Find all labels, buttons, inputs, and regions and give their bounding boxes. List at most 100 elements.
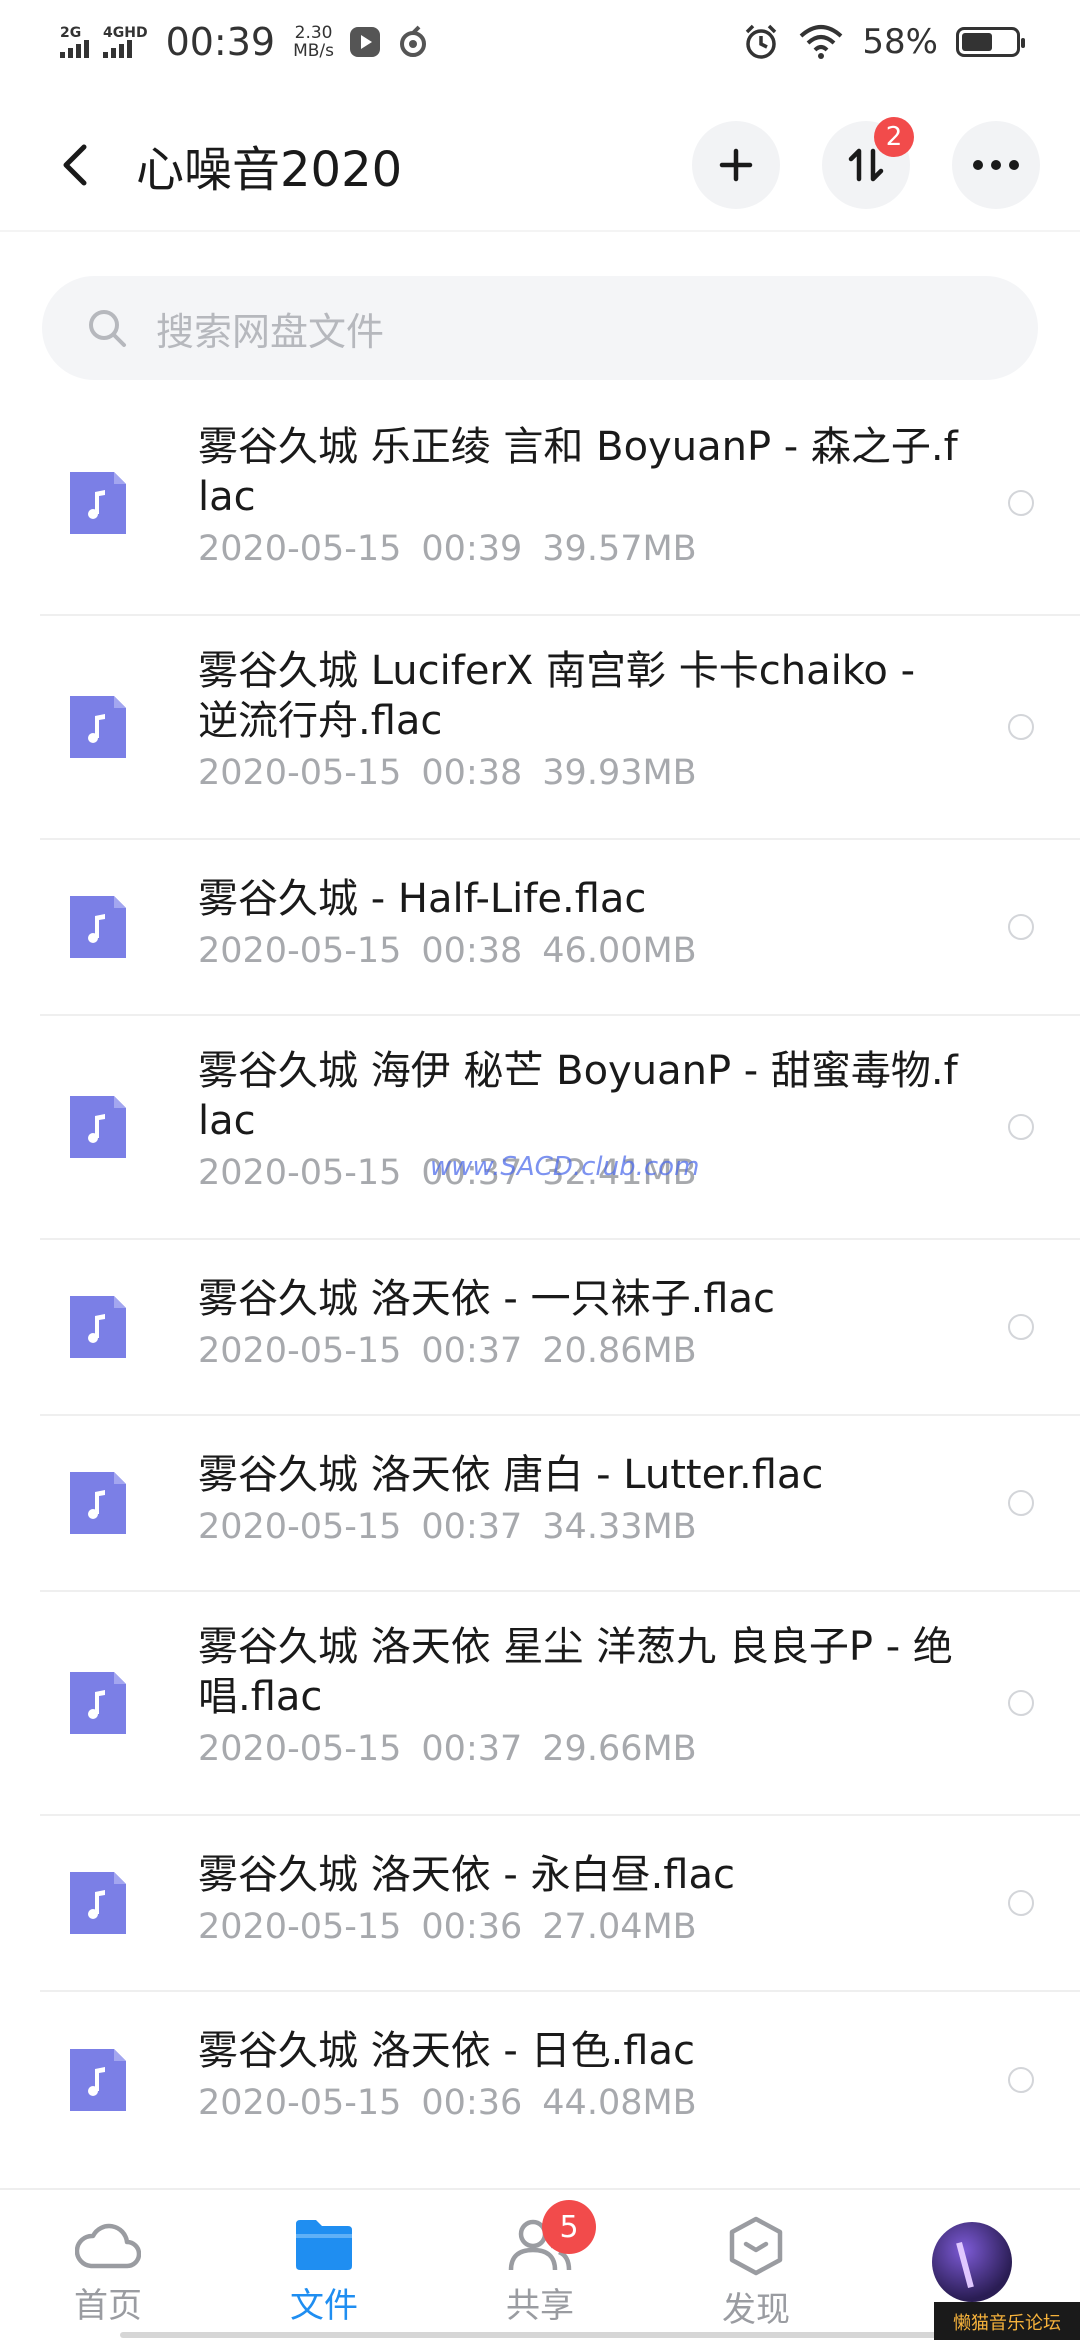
file-date: 2020-05-15 [198,1729,402,1769]
folder-icon [296,2220,352,2270]
media-play-icon [350,27,381,57]
transfer-button[interactable]: 2 [822,117,914,209]
music-file-icon [70,1472,126,1534]
cloud-icon [75,2223,141,2269]
file-size: 39.93MB [542,753,697,793]
file-item[interactable]: 雾谷久城 - Half-Life.flac 2020-05-15 00:38 46.… [40,840,1080,1016]
select-radio[interactable] [1008,714,1034,740]
nav-discover[interactable]: 发现 [648,2190,864,2340]
network-4g-label: 4GHD [103,25,148,41]
nav-share[interactable]: 共享 5 [432,2190,648,2340]
select-radio[interactable] [1008,1314,1034,1340]
signal-2g: 2G [60,26,89,58]
nav-home-label: 首页 [74,2286,142,2326]
file-date: 2020-05-15 [198,2083,402,2123]
alarm-icon [746,24,777,59]
music-file-icon [70,472,126,534]
screen: 2G 4GHD 00:39 2.30 MB/s 58% 心噪音2020 2 搜索… [0,0,1080,2340]
file-size: 20.86MB [542,1331,697,1371]
chevron-left-icon [63,144,87,186]
file-item[interactable]: 雾谷久城 乐正绫 言和 BoyuanP - 森之子.flac 2020-05-1… [40,392,1080,616]
home-indicator [120,2332,960,2338]
file-item[interactable]: 雾谷久城 海伊 秘芒 BoyuanP - 甜蜜毒物.flac 2020-05-1… [40,1016,1080,1240]
music-file-icon [70,1872,126,1934]
file-item[interactable]: 雾谷久城 洛天依 - 一只袜子.flac 2020-05-15 00:37 20.8… [40,1240,1080,1416]
file-date: 2020-05-15 [198,1153,402,1193]
search-icon [89,310,126,347]
nav-home[interactable]: 首页 [0,2190,216,2340]
app-header: 心噪音2020 2 [0,100,1080,232]
file-list: 雾谷久城 乐正绫 言和 BoyuanP - 森之子.flac 2020-05-1… [0,392,1080,2168]
music-file-icon [70,1296,126,1358]
search-input[interactable]: 搜索网盘文件 [156,301,384,356]
app-notification-icon [400,25,427,57]
add-button[interactable] [692,121,780,209]
file-date: 2020-05-15 [198,753,402,793]
file-size: 39.57MB [542,529,697,569]
file-name: 雾谷久城 洛天依 - 一只袜子.flac [198,1276,775,1322]
file-time: 00:36 [421,1907,523,1947]
file-name: 雾谷久城 洛天依 唐白 - Lutter.flac [198,1452,824,1498]
nav-files-label: 文件 [290,2286,358,2326]
search-bar[interactable]: 搜索网盘文件 [42,276,1038,380]
file-time: 00:38 [421,931,523,971]
signal-bars-icon [103,40,132,58]
watermark: www.SACD.club.com [430,1152,700,1182]
select-radio[interactable] [1008,1890,1034,1916]
music-file-icon [70,1096,126,1158]
nav-discover-label: 发现 [722,2290,790,2330]
file-meta: 2020-05-15 00:37 34.33MB [198,1504,958,1550]
file-time: 00:38 [421,753,523,793]
select-radio[interactable] [1008,1490,1034,1516]
file-time: 00:37 [421,1507,523,1547]
forum-logo: 懒猫音乐论坛 [934,2302,1080,2340]
file-name: 雾谷久城 洛天依 - 永白昼.flac [198,1852,735,1898]
file-date: 2020-05-15 [198,931,402,971]
plus-icon [719,148,753,182]
clock: 00:39 [165,20,276,64]
file-item[interactable]: 雾谷久城 洛天依 唐白 - Lutter.flac 2020-05-15 00:3… [40,1416,1080,1592]
battery-icon [956,27,1025,57]
signal-bars-icon [60,40,89,58]
select-radio[interactable] [1008,490,1034,516]
select-radio[interactable] [1008,1690,1034,1716]
file-item[interactable]: 雾谷久城 LuciferX 南宫彰 卡卡chaiko - 逆流行舟.flac 2… [40,616,1080,840]
file-meta: 2020-05-15 00:36 44.08MB [198,2080,958,2126]
file-item[interactable]: 雾谷久城 洛天依 - 日色.flac 2020-05-15 00:36 44.08M… [40,1992,1080,2168]
nav-files[interactable]: 文件 [216,2190,432,2340]
discover-hexagon-icon [729,2216,783,2276]
select-radio[interactable] [1008,1114,1034,1140]
network-speed: 2.30 MB/s [293,24,334,60]
file-name: 雾谷久城 洛天依 - 日色.flac [198,2028,695,2074]
file-date: 2020-05-15 [198,529,402,569]
file-meta: 2020-05-15 00:38 46.00MB [198,928,958,974]
select-radio[interactable] [1008,2067,1034,2093]
file-name: 雾谷久城 海伊 秘芒 BoyuanP - 甜蜜毒物.flac [198,1048,958,1144]
file-meta: 2020-05-15 00:36 27.04MB [198,1904,958,1950]
file-name: 雾谷久城 LuciferX 南宫彰 卡卡chaiko - 逆流行舟.flac [198,648,916,744]
wifi-icon [800,25,843,59]
file-meta: 2020-05-15 00:37 29.66MB [198,1726,958,1772]
more-dots-icon [973,160,1019,170]
avatar[interactable] [932,2222,1012,2302]
file-item[interactable]: 雾谷久城 洛天依 - 永白昼.flac 2020-05-15 00:36 27.04… [40,1816,1080,1992]
back-button[interactable] [48,138,102,192]
file-size: 34.33MB [542,1507,697,1547]
status-bar: 2G 4GHD 00:39 2.30 MB/s 58% [0,0,1080,84]
file-size: 46.00MB [542,931,697,971]
speed-value: 2.30 [294,23,333,43]
select-radio[interactable] [1008,914,1034,940]
file-time: 00:37 [421,1331,523,1371]
music-file-icon [70,1672,126,1734]
file-item[interactable]: 雾谷久城 洛天依 星尘 洋葱九 良良子P - 绝唱.flac 2020-05-1… [40,1592,1080,1816]
file-date: 2020-05-15 [198,1331,402,1371]
network-2g-label: 2G [60,25,82,41]
file-name: 雾谷久城 乐正绫 言和 BoyuanP - 森之子.flac [198,424,958,520]
file-size: 27.04MB [542,1907,697,1947]
file-time: 00:36 [421,2083,523,2123]
more-options-button[interactable] [952,121,1040,209]
file-size: 29.66MB [542,1729,697,1769]
page-title: 心噪音2020 [136,142,403,198]
file-date: 2020-05-15 [198,1507,402,1547]
file-time: 00:39 [421,529,523,569]
